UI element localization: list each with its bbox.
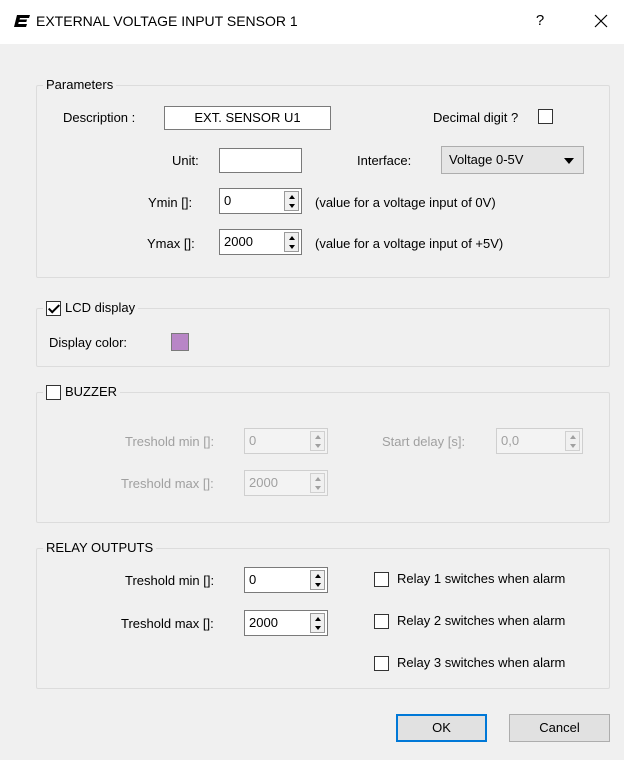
spin-arrows-icon[interactable] xyxy=(310,570,325,590)
buzzer-treshold-min-spinbox[interactable]: 0 xyxy=(244,428,328,454)
start-delay-spinbox[interactable]: 0,0 xyxy=(496,428,583,454)
title-bar: EXTERNAL VOLTAGE INPUT SENSOR 1 ? xyxy=(0,0,624,44)
ymin-spinbox[interactable]: 0 xyxy=(219,188,302,214)
unit-label: Unit: xyxy=(172,153,199,168)
display-color-swatch[interactable] xyxy=(171,333,189,351)
close-button[interactable] xyxy=(586,9,616,33)
parameters-legend: Parameters xyxy=(43,77,117,93)
lcd-display-legend: LCD display xyxy=(43,300,139,316)
ok-button[interactable]: OK xyxy=(396,714,487,742)
lcd-display-checkbox[interactable] xyxy=(46,300,61,316)
lcd-display-label: LCD display xyxy=(65,300,136,315)
close-icon xyxy=(594,14,608,28)
ymin-value: 0 xyxy=(224,193,232,208)
lcd-display-group: LCD display Display color: xyxy=(36,300,610,367)
relay-outputs-legend: RELAY OUTPUTS xyxy=(43,540,157,556)
ymin-note: (value for a voltage input of 0V) xyxy=(315,195,496,210)
relay-treshold-min-label: Treshold min []: xyxy=(125,573,215,588)
unit-input[interactable] xyxy=(219,148,302,173)
spin-arrows-icon[interactable] xyxy=(284,191,299,211)
relay3-option[interactable]: Relay 3 switches when alarm xyxy=(374,655,565,671)
buzzer-legend: BUZZER xyxy=(43,384,120,400)
ymax-spinbox[interactable]: 2000 xyxy=(219,229,302,255)
interface-label: Interface: xyxy=(357,153,412,168)
start-delay-value: 0,0 xyxy=(501,433,520,448)
relay-treshold-min-spinbox[interactable]: 0 xyxy=(244,567,328,593)
buzzer-group: BUZZER Treshold min []: 0 Start delay [s… xyxy=(36,384,610,523)
spin-arrows-icon[interactable] xyxy=(310,613,325,633)
relay2-option[interactable]: Relay 2 switches when alarm xyxy=(374,613,565,629)
spin-arrows-icon[interactable] xyxy=(565,431,580,451)
parameters-group: Parameters Description : EXT. SENSOR U1 … xyxy=(36,77,610,278)
buzzer-treshold-max-spinbox[interactable]: 2000 xyxy=(244,470,328,496)
relay2-checkbox[interactable] xyxy=(374,613,389,629)
buzzer-label: BUZZER xyxy=(65,384,117,399)
window-title: EXTERNAL VOLTAGE INPUT SENSOR 1 xyxy=(36,13,298,29)
start-delay-label: Start delay [s]: xyxy=(382,434,466,449)
interface-select[interactable]: Voltage 0-5V xyxy=(441,146,584,174)
buzzer-treshold-max-value: 2000 xyxy=(249,475,278,490)
relay3-label: Relay 3 switches when alarm xyxy=(397,655,566,670)
decimal-digit-label: Decimal digit ? xyxy=(433,110,519,125)
relay1-option[interactable]: Relay 1 switches when alarm xyxy=(374,571,565,587)
relay-outputs-group: RELAY OUTPUTS Treshold min []: 0 Treshol… xyxy=(36,540,610,689)
relay1-checkbox[interactable] xyxy=(374,571,389,587)
buzzer-treshold-max-label: Treshold max []: xyxy=(121,476,214,491)
relay3-checkbox[interactable] xyxy=(374,655,389,671)
ymin-label: Ymin []: xyxy=(148,195,193,210)
ymax-value: 2000 xyxy=(224,234,253,249)
description-label: Description : xyxy=(63,110,136,125)
relay-treshold-max-value: 2000 xyxy=(249,615,278,630)
buzzer-treshold-min-label: Treshold min []: xyxy=(125,434,215,449)
ymax-label: Ymax []: xyxy=(147,236,195,251)
relay1-label: Relay 1 switches when alarm xyxy=(397,571,566,586)
spin-arrows-icon[interactable] xyxy=(310,473,325,493)
relay-treshold-max-label: Treshold max []: xyxy=(121,616,214,631)
app-logo-icon xyxy=(14,15,30,27)
chevron-down-icon xyxy=(564,158,574,164)
help-button[interactable]: ? xyxy=(528,9,552,33)
spin-arrows-icon[interactable] xyxy=(284,232,299,252)
display-color-label: Display color: xyxy=(49,335,128,350)
relay2-label: Relay 2 switches when alarm xyxy=(397,613,566,628)
spin-arrows-icon[interactable] xyxy=(310,431,325,451)
relay-treshold-min-value: 0 xyxy=(249,572,257,587)
ymax-note: (value for a voltage input of +5V) xyxy=(315,236,504,251)
buzzer-treshold-min-value: 0 xyxy=(249,433,257,448)
relay-treshold-max-spinbox[interactable]: 2000 xyxy=(244,610,328,636)
decimal-digit-checkbox[interactable] xyxy=(538,109,553,124)
cancel-button[interactable]: Cancel xyxy=(509,714,610,742)
buzzer-checkbox[interactable] xyxy=(46,384,61,400)
interface-value: Voltage 0-5V xyxy=(449,152,524,167)
description-input[interactable]: EXT. SENSOR U1 xyxy=(164,106,331,130)
